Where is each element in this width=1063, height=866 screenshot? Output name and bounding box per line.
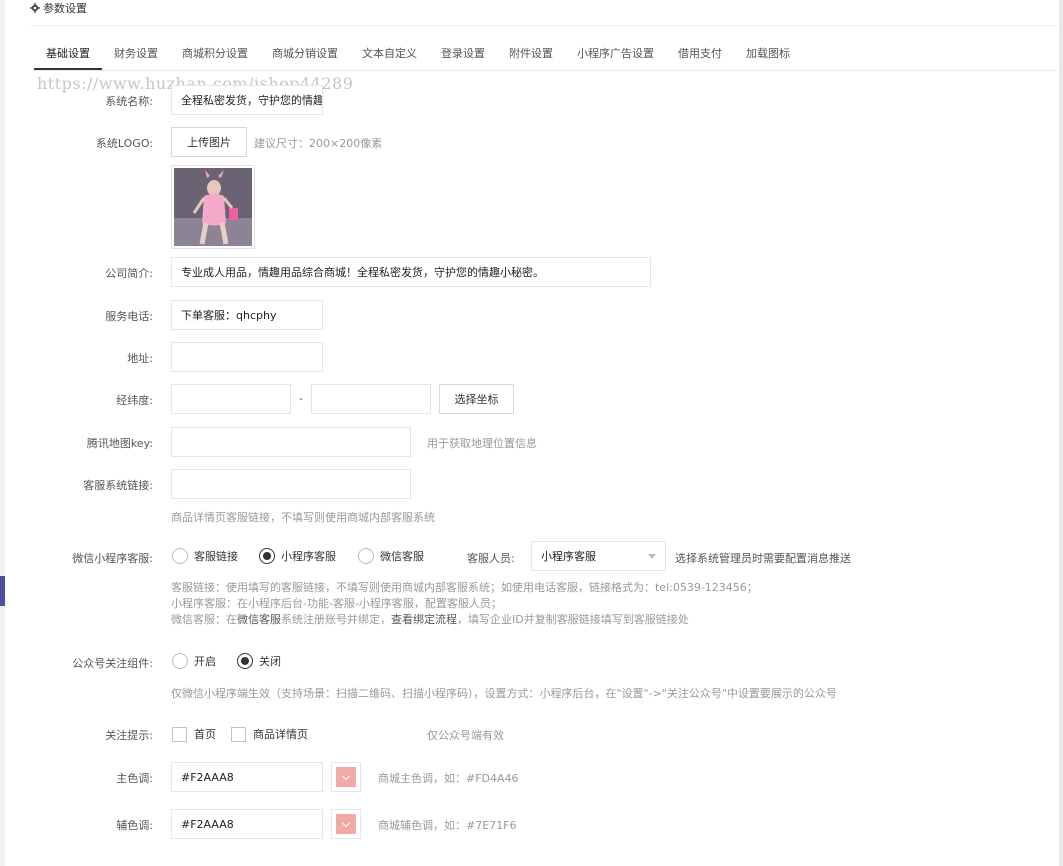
service-link-input[interactable] [171,469,411,499]
sub-color-label: 辅色调: [116,819,153,832]
tab-text-custom[interactable]: 文本自定义 [350,40,429,70]
tab-miniapp-ad-settings[interactable]: 小程序广告设置 [565,40,666,70]
system-name-label: 系统名称: [105,95,153,108]
tab-distribution-settings[interactable]: 商城分销设置 [260,40,350,70]
checkbox-home[interactable]: 首页 [172,726,216,742]
radio-label: 关闭 [259,655,281,668]
latitude-input[interactable] [171,384,291,414]
official-follow-hint: 仅微信小程序端生效（支持场景：扫描二维码、扫描小程序码），设置方式：小程序后台，… [171,687,837,700]
tab-loading-icon[interactable]: 加载图标 [734,40,802,70]
desc-wechat-service: 微信客服：在微信客服系统注册账号并绑定，查看绑定流程，填写企业ID并复制客服链接… [171,613,689,626]
desc-miniapp-service: 小程序客服：在小程序后台-功能-客服-小程序客服，配置客服人员； [171,597,502,610]
radio-label: 开启 [194,655,216,668]
radio-wechat-service[interactable]: 微信客服 [358,548,424,564]
upload-image-button[interactable]: 上传图片 [171,127,247,157]
address-input[interactable] [171,342,323,372]
header-divider [30,25,1057,26]
service-phone-label: 服务电话: [105,310,153,323]
logo-image [174,168,252,246]
sub-color-hint: 商城辅色调，如：#7E71F6 [378,819,517,832]
main-color-input[interactable]: #F2AAA8 [171,762,323,792]
tab-finance-settings[interactable]: 财务设置 [102,40,170,70]
company-intro-input[interactable]: 专业成人用品，情趣用品综合商城！全程私密发货，守护您的情趣小秘密。 [171,257,651,287]
staff-hint: 选择系统管理员时需要配置消息推送 [675,552,851,565]
tab-borrow-payment[interactable]: 借用支付 [666,40,734,70]
longitude-input[interactable] [311,384,431,414]
tencent-map-key-hint: 用于获取地理位置信息 [427,437,537,450]
left-sidebar-edge [0,0,5,866]
page-header: 参数设置 [30,0,87,16]
tab-login-settings[interactable]: 登录设置 [429,40,497,70]
main-color-picker[interactable] [331,762,361,792]
checkbox-product-detail[interactable]: 商品详情页 [231,726,308,742]
radio-miniapp-service[interactable]: 小程序客服 [259,548,336,564]
tab-attachment-settings[interactable]: 附件设置 [497,40,565,70]
chevron-down-icon [341,818,351,827]
wx-service-label: 微信小程序客服: [72,552,153,565]
staff-select[interactable]: 小程序客服 [531,541,666,571]
radio-label: 微信客服 [380,550,424,563]
tencent-map-key-label: 腾讯地图key: [86,437,153,450]
coords-separator: - [299,392,303,405]
sub-color-picker[interactable] [331,809,361,839]
radio-label: 客服链接 [194,550,238,563]
main-color-label: 主色调: [116,772,153,785]
color-swatch [336,814,356,834]
coords-label: 经纬度: [116,394,153,407]
checkbox-label: 商品详情页 [253,728,308,741]
service-link-label: 客服系统链接: [83,479,153,492]
settings-tabs: 基础设置 财务设置 商城积分设置 商城分销设置 文本自定义 登录设置 附件设置 … [34,40,802,70]
sub-color-input[interactable]: #F2AAA8 [171,809,323,839]
wechat-service-link[interactable]: 微信客服 [237,613,281,626]
binding-process-link[interactable]: 查看绑定流程 [391,613,457,626]
radio-follow-off[interactable]: 关闭 [237,653,281,669]
desc-service-link: 客服链接：使用填写的客服链接，不填写则使用商城内部客服系统；如使用电话客服，链接… [171,581,758,594]
select-coords-button[interactable]: 选择坐标 [439,384,514,414]
radio-circle [172,653,188,669]
page-title: 参数设置 [43,2,87,15]
follow-tip-hint: 仅公众号端有效 [427,729,504,742]
main-color-hint: 商城主色调，如：#FD4A46 [378,772,519,785]
radio-follow-on[interactable]: 开启 [172,653,216,669]
company-intro-label: 公司简介: [105,267,153,280]
logo-size-hint: 建议尺寸：200×200像素 [254,137,383,150]
system-name-input[interactable]: 全程私密发货，守护您的情趣 [171,85,323,115]
checkbox-square [172,726,187,742]
logo-figure-icon [174,168,252,246]
chevron-down-icon [648,553,656,559]
checkbox-square [231,726,246,742]
sidebar-active-marker [0,576,5,606]
system-logo-label: 系统LOGO: [95,137,153,150]
radio-service-link[interactable]: 客服链接 [172,548,238,564]
tab-basic-settings[interactable]: 基础设置 [34,40,102,70]
radio-label: 小程序客服 [281,550,336,563]
color-swatch [336,767,356,787]
tencent-map-key-input[interactable] [171,427,411,457]
staff-select-value: 小程序客服 [541,550,596,563]
tabs-divider [34,70,1057,71]
follow-tip-label: 关注提示: [105,729,153,742]
gear-icon [30,3,40,13]
staff-label: 客服人员: [467,552,515,565]
radio-circle [259,548,275,564]
scrollbar-track[interactable] [1059,0,1063,866]
service-phone-input[interactable]: 下单客服：qhcphy [171,300,323,330]
radio-circle [237,653,253,669]
logo-preview[interactable] [171,165,255,249]
tab-points-settings[interactable]: 商城积分设置 [170,40,260,70]
wx-service-description: 客服链接：使用填写的客服链接，不填写则使用商城内部客服系统；如使用电话客服，链接… [171,580,758,628]
chevron-down-icon [341,771,351,780]
checkbox-label: 首页 [194,728,216,741]
official-follow-label: 公众号关注组件: [72,657,153,670]
service-link-hint: 商品详情页客服链接，不填写则使用商城内部客服系统 [171,511,435,524]
radio-circle [358,548,374,564]
address-label: 地址: [127,352,153,365]
radio-circle [172,548,188,564]
